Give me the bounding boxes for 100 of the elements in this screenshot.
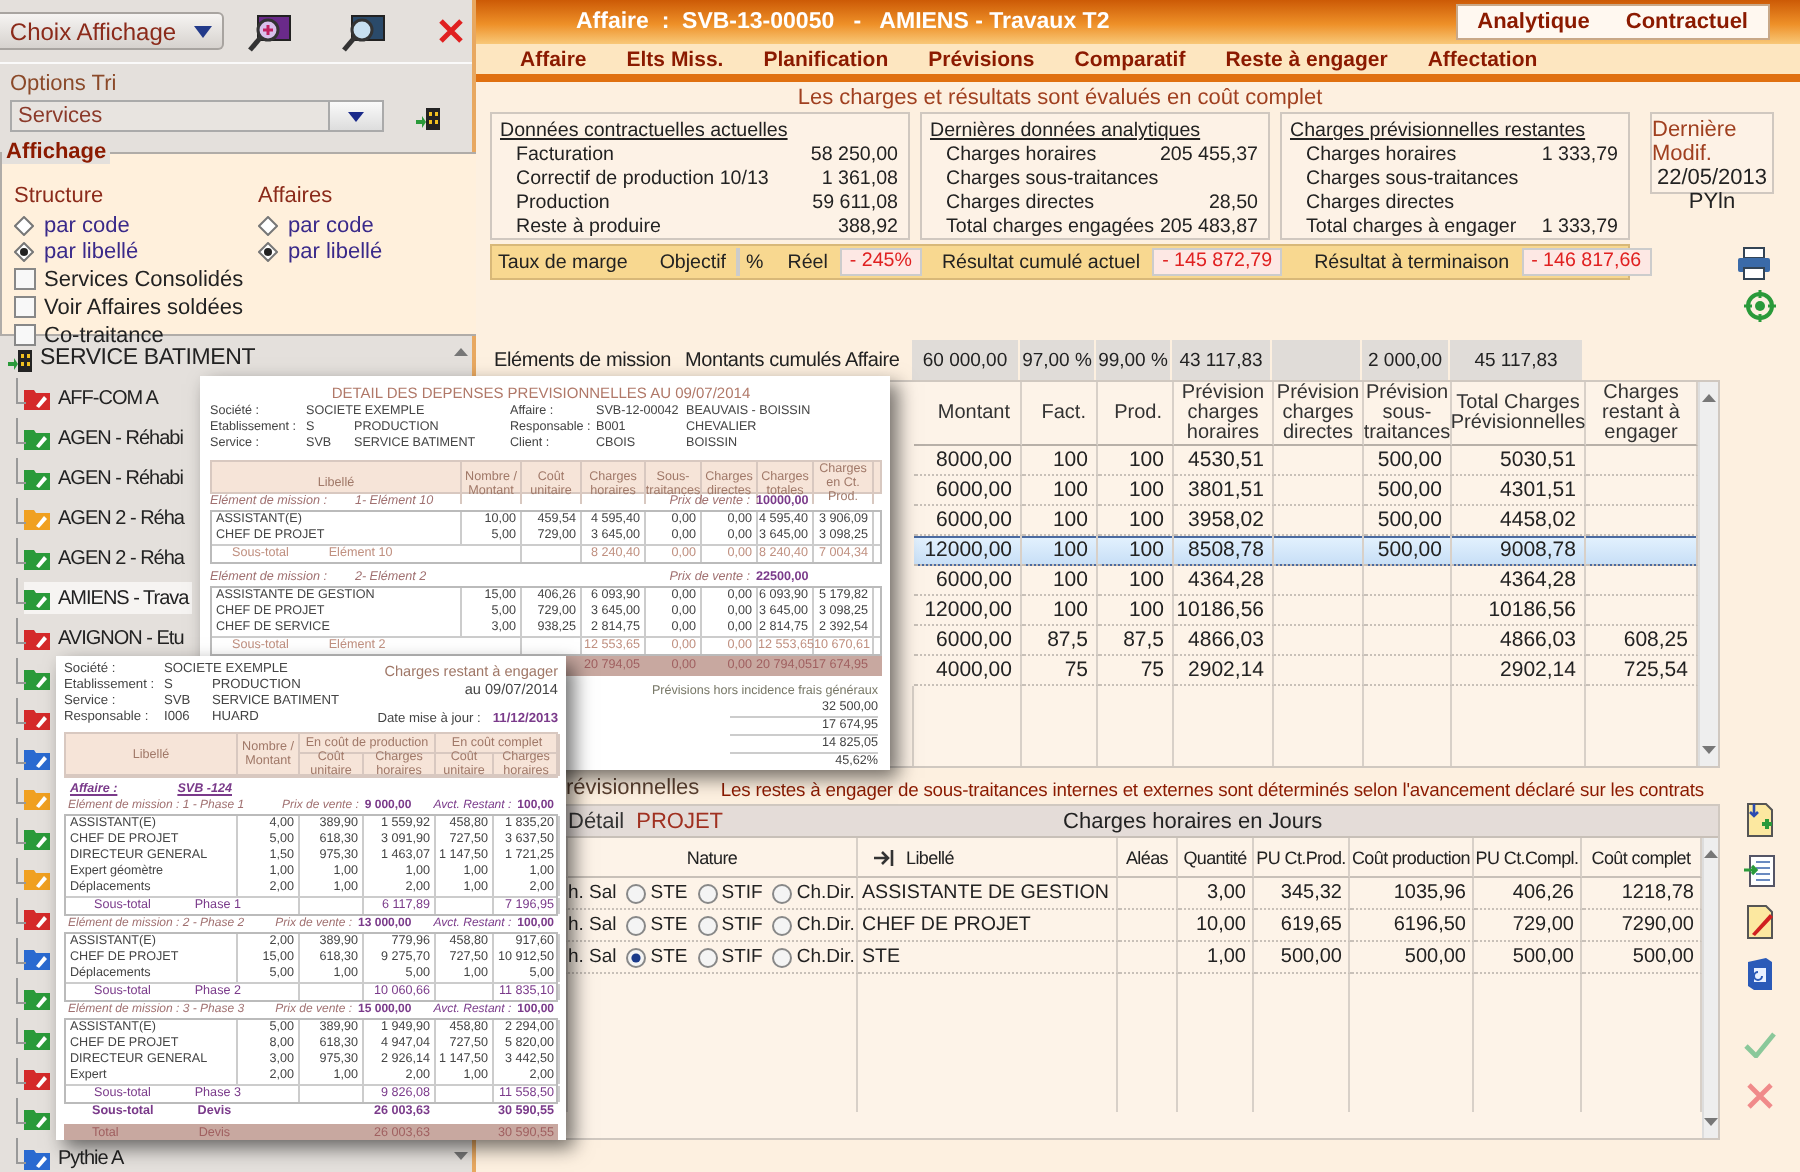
search-icon[interactable]: [342, 11, 386, 51]
radio-button[interactable]: [697, 883, 718, 903]
value-field: - 146 817,66: [1521, 248, 1652, 276]
field-value: 205 455,37: [1159, 144, 1258, 168]
tree-item[interactable]: Pythie A: [24, 1142, 128, 1172]
header-link[interactable]: Analytique: [1477, 10, 1590, 34]
total-cell: 60 000,00: [912, 340, 1020, 380]
table-cell: 1,00: [1178, 942, 1254, 974]
radio-button[interactable]: [697, 915, 718, 935]
table-cell: 12000,00: [914, 536, 1022, 566]
tree-item[interactable]: AFF-COM A: [24, 382, 162, 414]
radio-label: par code: [288, 213, 374, 237]
table-cell: 500,00: [1474, 942, 1582, 974]
nav-tab[interactable]: Affaire: [520, 47, 587, 71]
caret-icon: [194, 25, 213, 37]
nav-tab[interactable]: Affectation: [1427, 47, 1538, 71]
table-cell: 100: [1022, 596, 1098, 626]
tree-item[interactable]: AVIGNON - Etu: [24, 622, 188, 654]
panel-title: Charges prévisionnelles restantes: [1290, 118, 1586, 144]
radio-button[interactable]: [258, 215, 278, 235]
target-icon[interactable]: [1744, 290, 1776, 322]
table-cell: 729,00: [1474, 910, 1582, 942]
section-title: révisionnelles: [566, 776, 700, 800]
tree-item[interactable]: AGEN 2 - Réha: [24, 502, 188, 534]
table-row[interactable]: 12000,00 100 100 8508,78 500,00 9008,78: [914, 536, 1698, 566]
table-row[interactable]: 6000,00 87,5 87,5 4866,03 4866,03 608,25: [914, 626, 1698, 656]
total-cell: 43 117,83: [1172, 340, 1272, 380]
field-label: Charges horaires: [1304, 144, 1457, 168]
radio-label: STIF: [721, 914, 763, 936]
nav-tab[interactable]: Prévisions: [928, 47, 1035, 71]
section-title: Charges horaires en Jours: [1063, 809, 1323, 833]
radio-button[interactable]: [772, 915, 793, 935]
section-label: Montants cumulés Affaire: [684, 349, 900, 371]
document-add-icon[interactable]: [1744, 802, 1776, 838]
field-label: Total charges à engager: [1304, 216, 1517, 240]
column-header: Prévision sous-traitances: [1364, 382, 1452, 446]
edit-icon[interactable]: [1744, 904, 1776, 940]
save-icon[interactable]: [1746, 956, 1774, 992]
table-cell: 10,00: [1178, 910, 1254, 942]
tree-item[interactable]: AMIENS - Trava: [24, 582, 193, 614]
total-cell: 2 000,00: [1362, 340, 1450, 380]
printer-icon[interactable]: [1736, 245, 1772, 279]
zoom-in-icon[interactable]: [248, 11, 292, 51]
table-cell: 100: [1098, 446, 1174, 476]
tree-item[interactable]: AGEN - Réhabi: [24, 422, 187, 454]
date-text: 22/05/2013: [1656, 166, 1768, 190]
checkbox[interactable]: [14, 324, 36, 346]
table-cell: 4000,00: [914, 656, 1022, 686]
checkbox[interactable]: [14, 296, 36, 318]
table-cell: 3801,51: [1174, 476, 1274, 506]
radio-button[interactable]: [14, 215, 34, 235]
nav-tab[interactable]: Reste à engager: [1225, 47, 1388, 71]
radio-label: par libellé: [44, 239, 139, 263]
tree-item[interactable]: AGEN - Réhabi: [24, 462, 187, 494]
empty-cell: [1118, 910, 1178, 942]
radio-button[interactable]: [772, 947, 793, 967]
radio-label: Ch.Dir.: [796, 914, 855, 936]
close-icon[interactable]: [438, 18, 464, 44]
nav-tab[interactable]: Comparatif: [1074, 47, 1186, 71]
table-cell: 100: [1098, 536, 1174, 566]
type-label: h. Sal: [568, 914, 617, 936]
table-row[interactable]: 12000,00 100 100 10186,56 10186,56: [914, 596, 1698, 626]
column-header: Coût production: [1351, 847, 1471, 867]
notice-text: Les charges et résultats sont évalués en coût complet: [795, 86, 1325, 110]
table-row[interactable]: 8000,00 100 100 4530,51 500,00 5030,51: [914, 446, 1698, 476]
tree-item[interactable]: AGEN 2 - Réha: [24, 542, 188, 574]
display-button[interactable]: Choix Affichage: [0, 12, 224, 50]
cancel-icon[interactable]: [1746, 1082, 1774, 1110]
table-cell: 100: [1022, 476, 1098, 506]
table-cell: 8000,00: [914, 446, 1022, 476]
radio-button[interactable]: [772, 883, 793, 903]
radio-button[interactable]: [626, 915, 647, 935]
dropdown[interactable]: Services: [10, 100, 384, 132]
list-icon[interactable]: [1744, 854, 1776, 888]
scroll-down-icon: [1702, 746, 1716, 754]
checkbox[interactable]: [14, 268, 36, 290]
type-label: h. Sal: [568, 882, 617, 904]
table-row[interactable]: 6000,00 100 100 4364,28 4364,28: [914, 566, 1698, 596]
radio-button[interactable]: [14, 241, 34, 261]
column-header: Libellé: [906, 847, 954, 867]
radio-button[interactable]: [626, 883, 647, 903]
nav-tab[interactable]: Planification: [763, 47, 889, 71]
radio-button[interactable]: [697, 947, 718, 967]
input-field[interactable]: [736, 248, 741, 276]
value-field: - 145 872,79: [1152, 248, 1283, 276]
field-label: Facturation: [514, 144, 615, 168]
table-cell: 2902,14: [1452, 656, 1586, 686]
column-header: Aléas: [1125, 847, 1168, 867]
checkbox-label: Services Consolidés: [44, 267, 244, 291]
table-row[interactable]: 4000,00 75 75 2902,14 2902,14 725,54: [914, 656, 1698, 686]
nav-tab[interactable]: Elts Miss.: [626, 47, 724, 71]
radio-label: STE: [650, 882, 688, 904]
table-row[interactable]: 6000,00 100 100 3801,51 500,00 4301,51: [914, 476, 1698, 506]
radio-button[interactable]: [258, 241, 278, 261]
check-icon[interactable]: [1744, 1032, 1776, 1058]
radio-label: STE: [650, 914, 688, 936]
radio-button[interactable]: [626, 947, 647, 967]
field-label: Résultat cumulé actuel: [941, 251, 1141, 273]
table-cell: 6000,00: [914, 626, 1022, 656]
header-link[interactable]: Contractuel: [1625, 10, 1748, 34]
